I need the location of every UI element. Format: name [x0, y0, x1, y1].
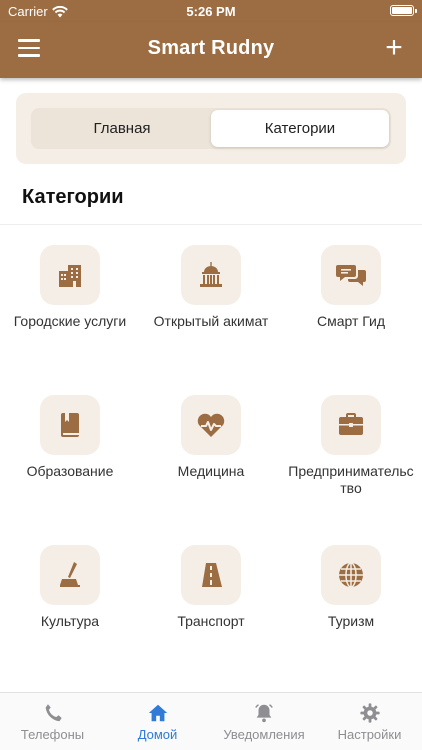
category-icon-box	[181, 545, 241, 605]
tab-phones[interactable]: Телефоны	[0, 693, 105, 750]
clock: 5:26 PM	[186, 4, 236, 19]
heart-pulse-icon	[197, 413, 225, 437]
tab-label: Настройки	[337, 727, 402, 742]
category-label: Открытый акимат	[153, 313, 269, 329]
battery-icon	[390, 5, 417, 16]
category-icon-box	[181, 245, 241, 305]
tab-settings[interactable]: Настройки	[317, 693, 422, 750]
globe-icon	[339, 562, 363, 588]
tab-label: Домой	[137, 727, 178, 742]
category-smart-guide[interactable]: Смарт Гид	[281, 245, 421, 330]
segment-card: Главная Категории	[16, 93, 406, 164]
tab-label: Уведомления	[223, 727, 305, 742]
category-icon-box	[181, 395, 241, 455]
city-buildings-icon	[59, 265, 81, 287]
category-icon-box	[40, 545, 100, 605]
phone-icon	[45, 704, 62, 722]
add-icon[interactable]: +	[380, 32, 408, 64]
bottom-tab-bar: Телефоны Домой Уведомления Настройки	[0, 692, 422, 750]
capitol-building-icon	[200, 262, 222, 287]
category-city-services[interactable]: Городские услуги	[0, 245, 140, 330]
section-title: Категории	[22, 186, 124, 208]
gear-icon	[359, 703, 380, 723]
category-entrepreneurship[interactable]: Предпринимательство	[281, 395, 421, 497]
app-title: Smart Rudny	[147, 37, 275, 59]
briefcase-icon	[339, 413, 363, 435]
category-tourism[interactable]: Туризм	[281, 545, 421, 630]
category-transport[interactable]: Транспорт	[141, 545, 281, 630]
category-icon-box	[321, 395, 381, 455]
segmented-control: Главная Категории	[31, 108, 391, 149]
category-label: Транспорт	[177, 613, 245, 629]
category-culture[interactable]: Культура	[0, 545, 140, 630]
category-label: Городские услуги	[13, 313, 127, 329]
category-label: Смарт Гид	[316, 313, 386, 329]
tab-label: Телефоны	[20, 727, 85, 742]
book-icon	[61, 413, 79, 437]
category-label: Образование	[26, 463, 114, 479]
tab-home[interactable]: Домой	[105, 693, 210, 750]
tab-main[interactable]: Главная	[33, 110, 211, 147]
road-icon	[202, 563, 222, 587]
chat-bubbles-icon	[336, 265, 366, 286]
category-label: Туризм	[327, 613, 375, 629]
category-medicine[interactable]: Медицина	[141, 395, 281, 480]
pen-in-inkwell-icon	[60, 562, 80, 587]
tab-categories[interactable]: Категории	[211, 110, 389, 147]
tab-notifications[interactable]: Уведомления	[210, 693, 318, 750]
category-icon-box	[321, 545, 381, 605]
bell-icon	[255, 704, 273, 723]
category-icon-box	[321, 245, 381, 305]
category-label: Предпринимательство	[288, 463, 414, 496]
status-bar: Carrier 5:26 PM	[0, 0, 422, 22]
category-education[interactable]: Образование	[0, 395, 140, 480]
divider	[0, 224, 422, 225]
category-label: Медицина	[177, 463, 245, 479]
home-icon	[148, 704, 167, 722]
app-header: Smart Rudny +	[0, 22, 422, 78]
category-icon-box	[40, 395, 100, 455]
category-open-akimat[interactable]: Открытый акимат	[141, 245, 281, 330]
category-label: Культура	[40, 613, 100, 629]
category-icon-box	[40, 245, 100, 305]
